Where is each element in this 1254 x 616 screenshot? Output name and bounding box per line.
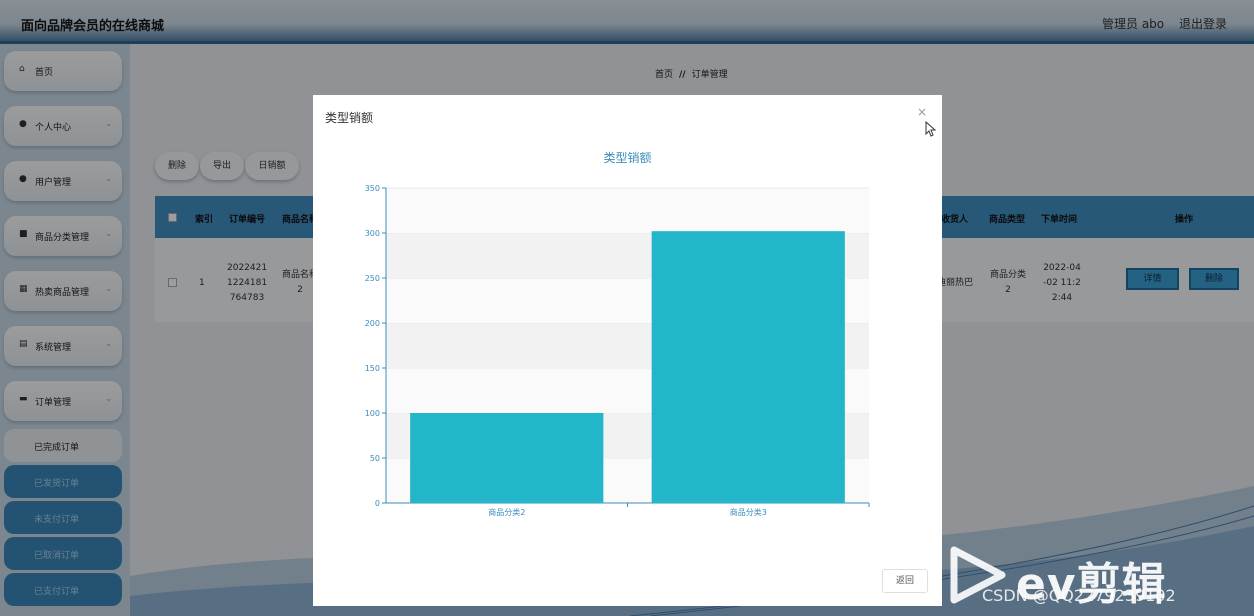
return-button[interactable]: 返回 (882, 569, 928, 593)
chart-title: 类型销额 (603, 151, 651, 165)
y-tick-label: 250 (365, 274, 380, 283)
y-tick-label: 150 (365, 364, 380, 373)
y-tick-label: 100 (365, 409, 380, 418)
x-tick-label: 商品分类3 (730, 507, 767, 517)
y-tick-label: 50 (370, 454, 380, 463)
sales-bar-chart: 类型销额 0 50 100 150 200 250 300 350 商品分类2 商品分类3 (365, 151, 870, 517)
modal-title: 类型销额 (325, 111, 374, 125)
sales-modal: 类型销额 × 类型销额 0 50 100 150 200 250 300 350 商品分类2 商品分… (313, 95, 942, 606)
x-tick-label: 商品分类2 (488, 507, 525, 517)
y-tick-label: 350 (365, 184, 380, 193)
bar (410, 413, 604, 503)
watermark-csdn: CSDN @QQ2279239102 (982, 586, 1176, 605)
y-tick-label: 0 (375, 499, 380, 508)
mouse-cursor-icon (925, 121, 937, 137)
y-tick-label: 200 (365, 319, 380, 328)
bar (651, 231, 845, 503)
grid-band (386, 188, 869, 233)
y-tick-label: 300 (365, 229, 380, 238)
close-icon[interactable]: × (917, 105, 927, 119)
chart-container: 类型销额 0 50 100 150 200 250 300 350 商品分类2 商品分类3 (313, 140, 942, 540)
